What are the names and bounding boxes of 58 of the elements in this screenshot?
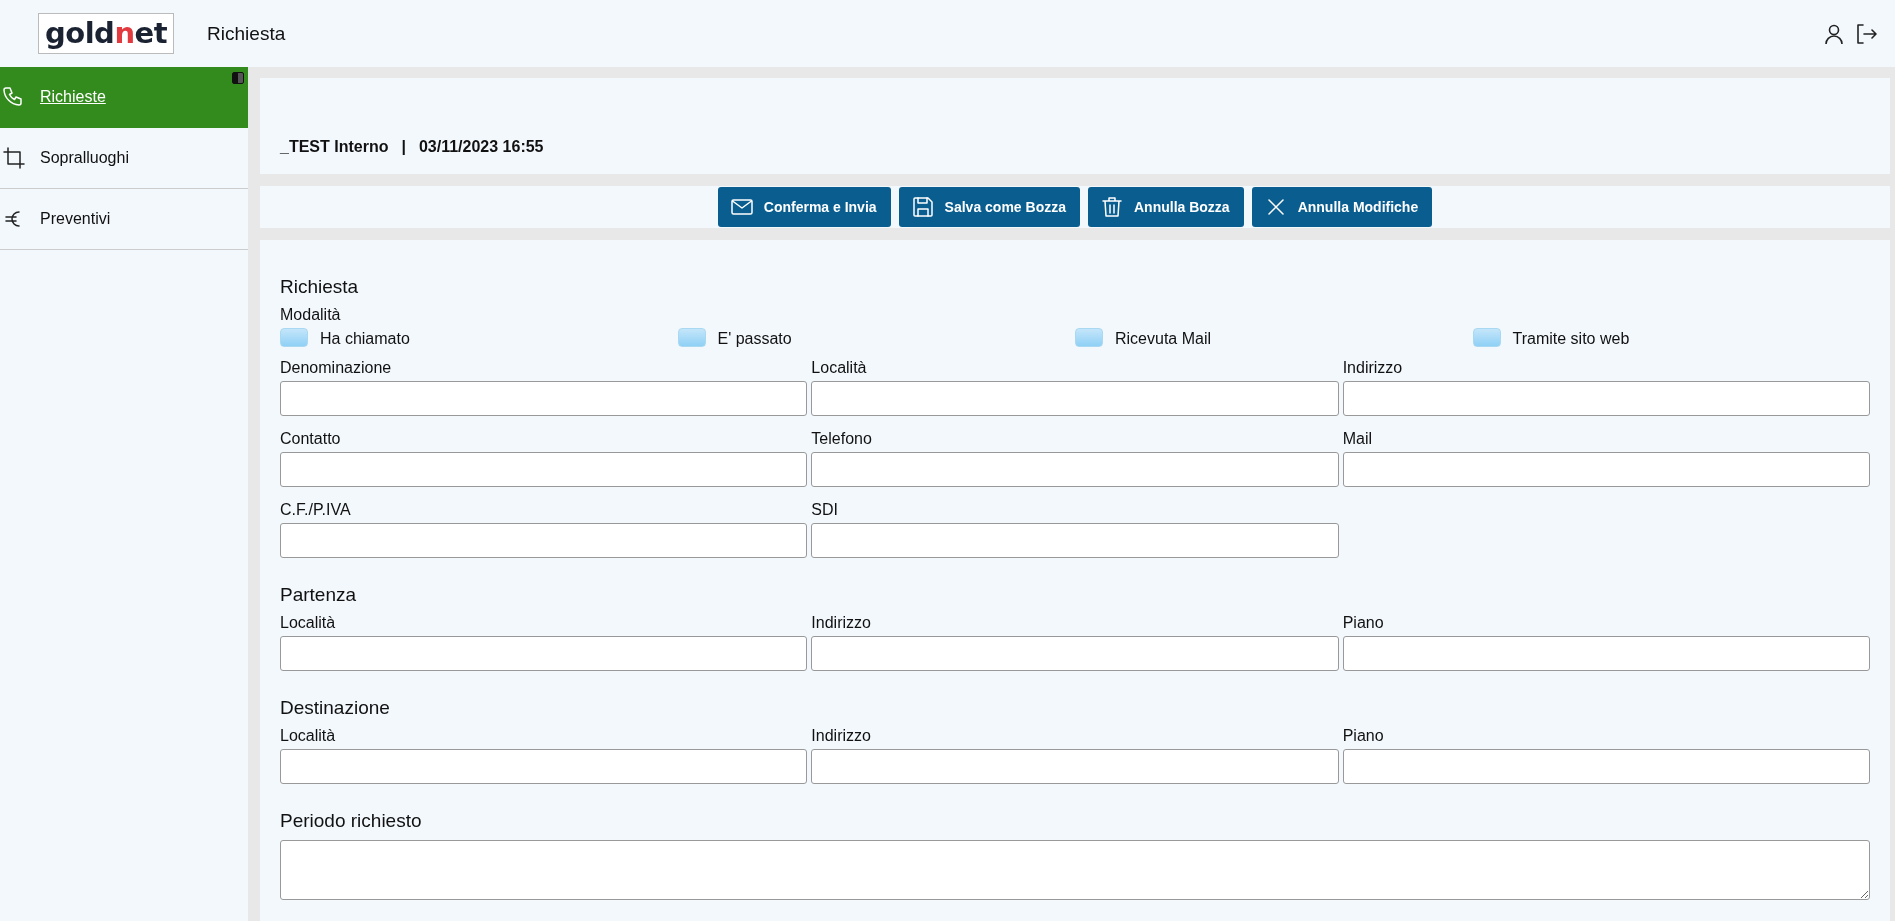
checkbox-label: Ricevuta Mail: [1115, 329, 1212, 348]
record-name: _TEST Interno: [280, 138, 389, 156]
text-field[interactable]: [811, 749, 1339, 784]
checkbox-label: Ha chiamato: [320, 329, 410, 348]
text-field[interactable]: [1342, 749, 1870, 784]
logout-icon[interactable]: [1855, 21, 1877, 46]
field-label: C.F./P.IVA: [280, 501, 352, 519]
field-label: Modalità: [280, 306, 342, 324]
text-field[interactable]: [811, 636, 1339, 671]
text-field[interactable]: [811, 523, 1339, 558]
field-label: Denominazione: [280, 359, 393, 377]
text-field[interactable]: [811, 452, 1339, 487]
checkbox[interactable]: [1075, 328, 1103, 347]
field-label: Piano: [1342, 614, 1385, 632]
crop-icon: [2, 146, 26, 170]
field-label: Telefono: [811, 430, 873, 448]
field-label: Contatto: [280, 430, 342, 448]
checkbox[interactable]: [280, 328, 308, 347]
text-field[interactable]: [280, 749, 808, 784]
text-field[interactable]: [280, 381, 808, 416]
field-label: Località: [811, 359, 868, 377]
checkbox-label: E' passato: [717, 329, 792, 348]
logo: goldnet: [38, 13, 175, 54]
sidebar-item[interactable]: Sopralluoghi: [0, 128, 248, 189]
field-label: Località: [280, 727, 337, 745]
sidebar-item[interactable]: Preventivi: [0, 189, 248, 250]
checkbox[interactable]: [677, 328, 706, 347]
section-title: Partenza: [280, 584, 358, 606]
field-label: Mail: [1342, 430, 1373, 448]
toolbar-button[interactable]: Annulla Bozza: [1088, 187, 1244, 227]
toolbar-button[interactable]: Annulla Modifiche: [1251, 187, 1433, 227]
toolbar-button[interactable]: Salva come Bozza: [898, 187, 1080, 227]
trash-icon: [1100, 195, 1124, 219]
checkbox[interactable]: [1472, 328, 1501, 347]
field-label: SDI: [811, 501, 839, 519]
section-title: Periodo richiesto: [280, 810, 423, 832]
text-field[interactable]: [280, 452, 808, 487]
text-field[interactable]: [1342, 381, 1870, 416]
panel-toggle-icon[interactable]: [232, 72, 244, 84]
section-title: Richiesta: [280, 276, 360, 298]
text-field[interactable]: [811, 381, 1339, 416]
field-label: Indirizzo: [811, 727, 872, 745]
field-label: Indirizzo: [811, 614, 872, 632]
text-field[interactable]: [1342, 636, 1870, 671]
section-title: Destinazione: [280, 697, 391, 719]
checkbox-label: Tramite sito web: [1512, 329, 1630, 348]
page-title: Richiesta: [207, 22, 286, 45]
text-field[interactable]: [280, 636, 808, 671]
field-label: Località: [280, 614, 337, 632]
text-field[interactable]: [1342, 452, 1870, 487]
record-date: 03/11/2023 16:55: [418, 138, 544, 156]
separator: |: [401, 138, 406, 156]
text-area[interactable]: [280, 840, 1870, 900]
field-label: Indirizzo: [1342, 359, 1404, 377]
sidebar-item[interactable]: Richieste: [0, 67, 248, 128]
field-label: Piano: [1342, 727, 1385, 745]
toolbar-button[interactable]: Conferma e Invia: [717, 187, 891, 227]
text-field[interactable]: [280, 523, 808, 558]
